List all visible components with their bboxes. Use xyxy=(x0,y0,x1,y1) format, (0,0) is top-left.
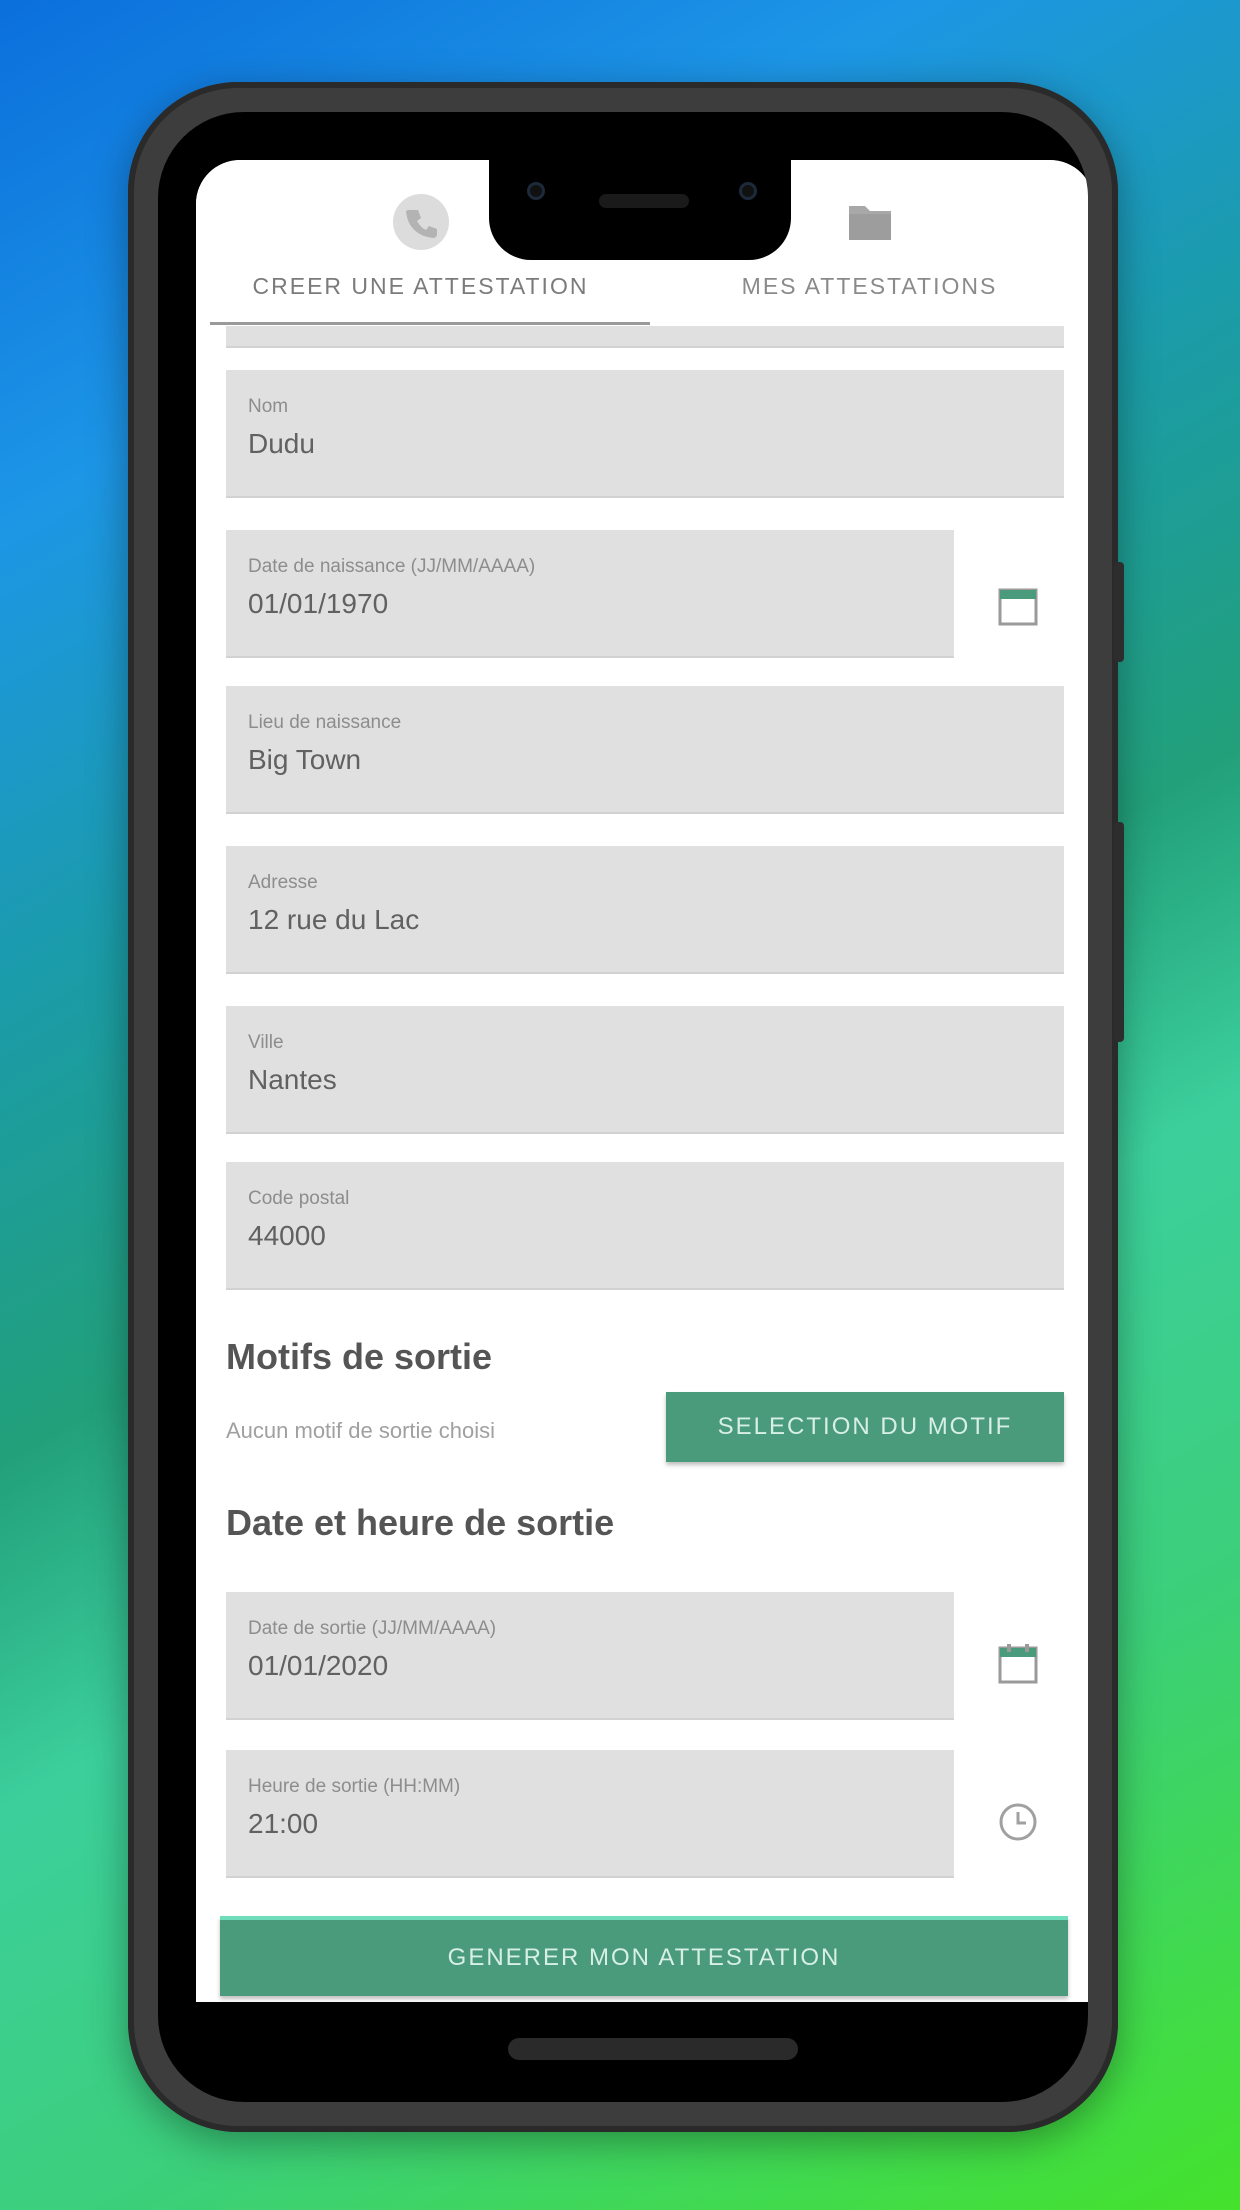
front-camera xyxy=(527,182,545,200)
ville-label: Ville xyxy=(248,1032,284,1053)
date-sortie-field[interactable]: Date de sortie (JJ/MM/AAAA) 01/01/2020 xyxy=(226,1592,954,1720)
date-sortie-label: Date de sortie (JJ/MM/AAAA) xyxy=(248,1618,497,1639)
clock-icon[interactable] xyxy=(996,1800,1040,1844)
motifs-hint: Aucun motif de sortie choisi xyxy=(226,1418,496,1443)
date-naissance-field[interactable]: Date de naissance (JJ/MM/AAAA) 01/01/197… xyxy=(226,530,954,658)
ville-value: Nantes xyxy=(248,1064,337,1095)
date-naissance-value: 01/01/1970 xyxy=(248,588,389,619)
heure-sortie-value: 21:00 xyxy=(248,1808,319,1839)
power-button xyxy=(1114,562,1124,662)
adresse-label: Adresse xyxy=(248,872,318,893)
calendar-icon[interactable] xyxy=(996,584,1040,628)
front-sensor xyxy=(739,182,757,200)
code-postal-value: 44000 xyxy=(248,1220,326,1251)
earpiece-speaker xyxy=(599,194,689,208)
lieu-naissance-field[interactable]: Lieu de naissance Big Town xyxy=(226,686,1064,814)
tab-create-label: CREER UNE ATTESTATION xyxy=(252,273,589,299)
date-naissance-label: Date de naissance (JJ/MM/AAAA) xyxy=(248,556,536,577)
nom-label: Nom xyxy=(248,396,289,417)
home-indicator xyxy=(508,2038,798,2060)
sortie-title: Date et heure de sortie xyxy=(226,1502,615,1543)
code-postal-field[interactable]: Code postal 44000 xyxy=(226,1162,1064,1290)
lieu-naissance-label: Lieu de naissance xyxy=(248,712,402,733)
phone-bezel: CREER UNE ATTESTATION MES ATTESTATIONS N… xyxy=(158,112,1088,2102)
active-tab-indicator xyxy=(210,322,650,325)
code-postal-label: Code postal xyxy=(248,1188,350,1209)
nom-field[interactable]: Nom Dudu xyxy=(226,370,1064,498)
folder-icon xyxy=(840,192,900,252)
app-screen: CREER UNE ATTESTATION MES ATTESTATIONS N… xyxy=(196,160,1088,2002)
heure-sortie-label: Heure de sortie (HH:MM) xyxy=(248,1776,461,1797)
generate-attestation-button[interactable]: GENERER MON ATTESTATION xyxy=(220,1916,1068,1996)
lieu-naissance-value: Big Town xyxy=(248,744,362,775)
select-motif-button[interactable]: SELECTION DU MOTIF xyxy=(666,1392,1064,1462)
adresse-value: 12 rue du Lac xyxy=(248,904,420,935)
tab-my-attestations-label: MES ATTESTATIONS xyxy=(741,273,998,299)
calendar-icon[interactable] xyxy=(996,1642,1040,1686)
phone-icon xyxy=(391,192,451,252)
ville-field[interactable]: Ville Nantes xyxy=(226,1006,1064,1134)
date-sortie-value: 01/01/2020 xyxy=(248,1650,389,1681)
heure-sortie-field[interactable]: Heure de sortie (HH:MM) 21:00 xyxy=(226,1750,954,1878)
phone-frame: CREER UNE ATTESTATION MES ATTESTATIONS N… xyxy=(128,82,1124,2132)
nom-value: Dudu xyxy=(248,428,315,459)
motifs-title: Motifs de sortie xyxy=(226,1336,493,1377)
adresse-field[interactable]: Adresse 12 rue du Lac xyxy=(226,846,1064,974)
field-prenom-partial[interactable] xyxy=(226,326,1064,348)
volume-button xyxy=(1114,822,1124,1042)
camera-notch xyxy=(489,160,791,260)
